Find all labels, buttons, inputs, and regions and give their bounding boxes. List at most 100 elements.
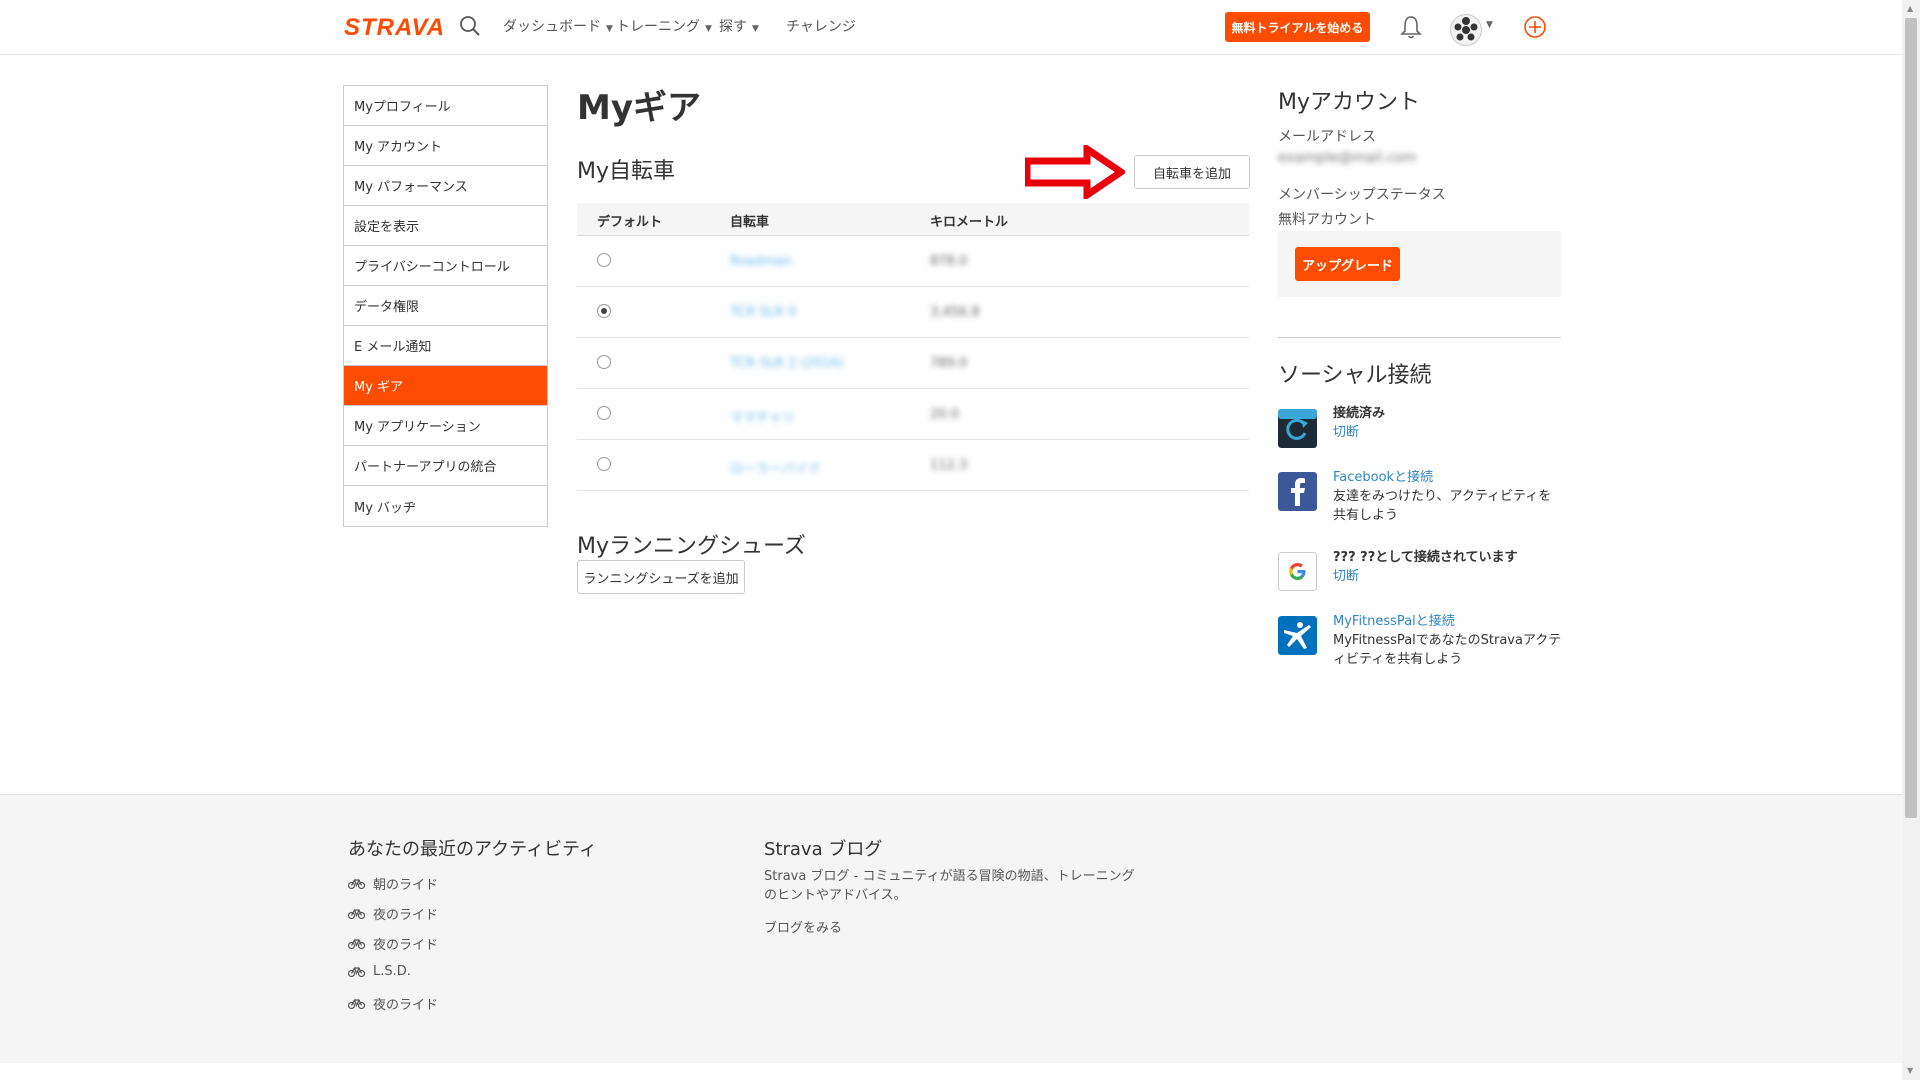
- bike-icon: [348, 939, 365, 949]
- facebook-icon[interactable]: [1278, 472, 1317, 511]
- recent-activity-label: L.S.D.: [373, 964, 411, 979]
- default-radio[interactable]: [597, 253, 611, 267]
- free-trial-button[interactable]: 無料トライアルを始める: [1225, 12, 1370, 42]
- disconnect-link[interactable]: 切断: [1333, 567, 1563, 586]
- nav-dashboard[interactable]: ダッシュボード ▼: [503, 16, 613, 36]
- recent-activity-item[interactable]: 夜のライド: [348, 904, 438, 923]
- scroll-down-icon[interactable]: ▼: [1907, 1066, 1913, 1075]
- social-item: 接続済み 切断: [1333, 404, 1563, 442]
- recent-activity-label: 夜のライド: [373, 998, 439, 1013]
- membership-label: メンバーシップステータス: [1278, 187, 1446, 203]
- sidebar-item-badges[interactable]: My バッヂ: [344, 486, 547, 526]
- settings-sidebar: Myプロフィール My アカウント My パフォーマンス 設定を表示 プライバシ…: [343, 85, 548, 527]
- disconnect-link[interactable]: 切断: [1333, 423, 1563, 442]
- nav-training[interactable]: トレーニング ▼: [616, 16, 712, 36]
- myfitnesspal-icon[interactable]: [1278, 616, 1317, 655]
- default-radio[interactable]: [597, 457, 611, 471]
- sidebar-item-performance[interactable]: My パフォーマンス: [344, 166, 547, 206]
- bike-km: 3,456.8: [930, 305, 980, 320]
- page-title: Myギア: [577, 88, 701, 128]
- bell-icon[interactable]: [1399, 14, 1423, 40]
- bikes-section-title: My自転車: [577, 159, 676, 184]
- bike-km: 789.0: [930, 356, 968, 371]
- google-status: ??? ??として接続されています: [1333, 550, 1518, 565]
- recent-activity-item[interactable]: 夜のライド: [348, 994, 438, 1013]
- sidebar-item-display[interactable]: 設定を表示: [344, 206, 547, 246]
- shoes-section-title: Myランニングシューズ: [577, 534, 806, 559]
- sidebar-item-partner-apps[interactable]: パートナーアプリの統合: [344, 446, 547, 486]
- chevron-down-icon[interactable]: ▼: [1486, 20, 1493, 30]
- strava-logo[interactable]: STRAVA: [344, 14, 445, 42]
- recent-activity-item[interactable]: 夜のライド: [348, 934, 438, 953]
- email-value: example@mail.com: [1278, 150, 1417, 166]
- table-row: ローラーバイク 112.3: [577, 440, 1249, 491]
- bike-km: 112.3: [930, 458, 968, 473]
- bike-icon: [348, 967, 365, 977]
- recent-activity-item[interactable]: L.S.D.: [348, 964, 411, 979]
- scroll-up-icon[interactable]: ▲: [1907, 4, 1913, 13]
- bike-name-link[interactable]: ママチャリ: [730, 407, 795, 426]
- myfitnesspal-connect-link[interactable]: MyFitnessPalと接続: [1333, 612, 1563, 631]
- footer: あなたの最近のアクティビティ 朝のライド 夜のライド 夜のライド L.S.D. …: [0, 794, 1902, 1063]
- sidebar-item-data-permissions[interactable]: データ権限: [344, 286, 547, 326]
- table-row: TCR SLR 0 3,456.8: [577, 287, 1249, 338]
- top-navigation: STRAVA ダッシュボード ▼ トレーニング ▼ 探す ▼ チャレンジ 無料トライア…: [0, 0, 1902, 55]
- bike-icon: [348, 999, 365, 1009]
- sidebar-item-privacy[interactable]: プライバシーコントロール: [344, 246, 547, 286]
- bike-icon: [348, 909, 365, 919]
- add-bike-button[interactable]: 自転車を追加: [1134, 155, 1250, 189]
- bike-km: 878.0: [930, 254, 968, 269]
- bike-name-link[interactable]: TCR SLR 0: [730, 305, 796, 320]
- facebook-connect-link[interactable]: Facebookと接続: [1333, 468, 1563, 487]
- recent-activity-label: 夜のライド: [373, 908, 439, 923]
- sidebar-item-gear[interactable]: My ギア: [344, 366, 547, 406]
- recent-activity-label: 夜のライド: [373, 938, 439, 953]
- chevron-down-icon: ▼: [752, 24, 759, 34]
- add-shoes-button[interactable]: ランニングシューズを追加: [577, 560, 745, 594]
- nav-challenges[interactable]: チャレンジ: [786, 16, 856, 36]
- chevron-down-icon: ▼: [705, 24, 712, 34]
- sidebar-item-email[interactable]: E メール通知: [344, 326, 547, 366]
- sync-app-icon: [1278, 409, 1317, 448]
- table-row: Roadman 878.0: [577, 236, 1249, 287]
- membership-value: 無料アカウント: [1278, 212, 1376, 228]
- search-icon[interactable]: [459, 15, 481, 37]
- account-title: Myアカウント: [1278, 90, 1421, 115]
- recent-activity-item[interactable]: 朝のライド: [348, 874, 438, 893]
- chevron-down-icon: ▼: [606, 24, 613, 34]
- add-activity-icon[interactable]: [1523, 15, 1547, 39]
- sidebar-item-applications[interactable]: My アプリケーション: [344, 406, 547, 446]
- blog-link[interactable]: ブログをみる: [764, 919, 842, 938]
- nav-explore[interactable]: 探す ▼: [719, 16, 759, 36]
- social-item: ??? ??として接続されています 切断: [1333, 548, 1563, 586]
- table-row: TCR SLR 2 (2016) 789.0: [577, 338, 1249, 389]
- column-default: デフォルト: [597, 215, 663, 230]
- divider: [1278, 337, 1561, 338]
- vertical-scrollbar[interactable]: ▲ ▼: [1902, 0, 1920, 1080]
- bike-icon: [348, 879, 365, 889]
- column-bike: 自転車: [730, 215, 770, 230]
- bike-name-link[interactable]: ローラーバイク: [730, 458, 821, 477]
- google-icon: [1278, 552, 1317, 591]
- upgrade-button[interactable]: アップグレード: [1295, 247, 1400, 281]
- sidebar-item-profile[interactable]: Myプロフィール: [344, 86, 547, 126]
- avatar[interactable]: [1450, 14, 1482, 46]
- bike-name-link[interactable]: Roadman: [730, 254, 792, 269]
- table-header: デフォルト 自転車 キロメートル: [577, 203, 1249, 236]
- blog-title: Strava ブログ: [764, 839, 883, 860]
- blog-description: Strava ブログ - コミュニティが語る冒険の物語、トレーニングのヒントやア…: [764, 869, 1135, 903]
- social-item: Facebookと接続 友達をみつけたり、アクティビティを共有しよう: [1333, 468, 1563, 525]
- social-description: 友達をみつけたり、アクティビティを共有しよう: [1333, 489, 1552, 523]
- arrow-annotation: [1025, 145, 1125, 199]
- default-radio[interactable]: [597, 406, 611, 420]
- bike-km: 20.0: [930, 407, 959, 422]
- scrollbar-thumb[interactable]: [1905, 18, 1917, 818]
- social-item: MyFitnessPalと接続 MyFitnessPalであなたのStravaア…: [1333, 612, 1563, 669]
- sidebar-item-account[interactable]: My アカウント: [344, 126, 547, 166]
- default-radio[interactable]: [597, 304, 611, 318]
- social-status: 接続済み: [1333, 406, 1386, 421]
- email-label: メールアドレス: [1278, 129, 1376, 145]
- social-title: ソーシャル接続: [1278, 363, 1432, 388]
- default-radio[interactable]: [597, 355, 611, 369]
- bike-name-link[interactable]: TCR SLR 2 (2016): [730, 356, 844, 371]
